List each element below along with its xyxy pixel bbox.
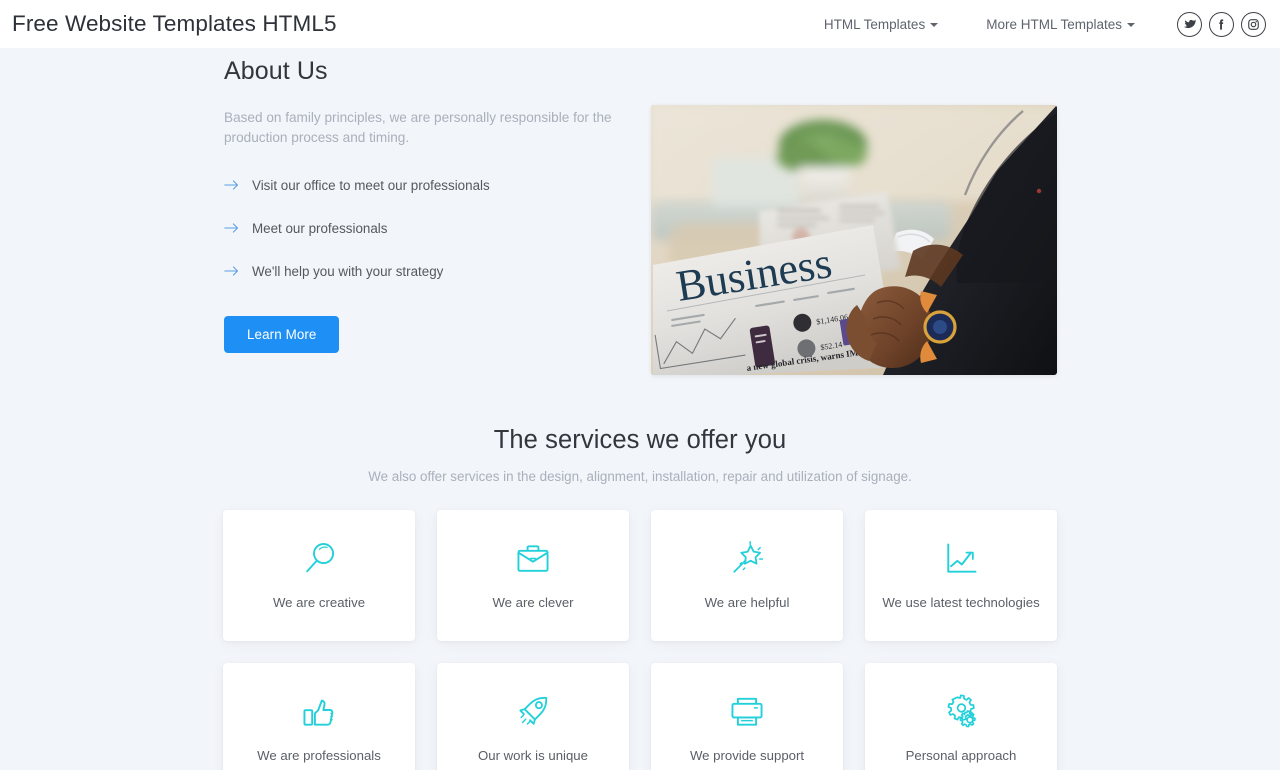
printer-icon [724,689,770,735]
nav-item-label: HTML Templates [823,16,926,32]
arrow-right-icon [224,221,239,235]
about-hero-image: Business $1,146.06 $52.14 a new global c… [651,105,1057,375]
brand-title[interactable]: Free Website Templates HTML5 [12,11,337,37]
gears-icon [938,689,984,735]
service-card-we-are-creative[interactable]: We are creative [223,510,415,641]
list-item[interactable]: We'll help you with your strategy [224,256,654,286]
service-card-label: Our work is unique [478,748,588,763]
service-card-label: We are creative [272,595,366,610]
thumbs-up-icon [296,689,342,735]
briefcase-icon [510,536,556,582]
service-card-our-work-is-unique[interactable]: Our work is unique [437,663,629,770]
chevron-down-icon [930,23,939,27]
service-card-label: We are clever [492,595,574,610]
primary-nav: HTML Templates More HTML Templates [800,17,1159,32]
magic-wand-icon [724,536,770,582]
service-card-label: Personal approach [905,748,1017,763]
services-subtitle: We also offer services in the design, al… [368,469,912,484]
rocket-icon [510,689,556,735]
chevron-down-icon [1127,23,1135,27]
instagram-icon [1247,18,1260,31]
about-text-column: About Us Based on family principles, we … [224,48,654,378]
list-item[interactable]: Meet our professionals [224,213,654,243]
service-card-label: We are professionals [257,748,381,763]
about-title: About Us [224,57,328,85]
services-title: The services we offer you [493,426,787,454]
service-card-we-use-latest-technologies[interactable]: We use latest technologies [865,510,1057,641]
services-section: The services we offer you We also offer … [0,378,1280,770]
magnifier-icon [296,536,342,582]
facebook-icon [1215,18,1228,31]
twitter-icon [1183,18,1196,31]
list-item-label: Visit our office to meet our professiona… [252,177,490,193]
list-item-label: We'll help you with your strategy [252,263,444,279]
nav-item-html-templates[interactable]: HTML Templates [800,17,962,32]
twitter-link[interactable] [1177,11,1202,37]
site-header: Free Website Templates HTML5 HTML Templa… [0,0,1280,48]
service-card-personal-approach[interactable]: Personal approach [865,663,1057,770]
service-card-label: We are helpful [704,595,790,610]
about-section: About Us Based on family principles, we … [0,48,1280,378]
facebook-link[interactable] [1209,11,1234,37]
social-links [1177,11,1266,37]
services-card-grid: We are creative We are clever We are hel… [223,510,1057,770]
service-card-we-are-professionals[interactable]: We are professionals [223,663,415,770]
list-item-label: Meet our professionals [252,220,388,236]
about-description: Based on family principles, we are perso… [224,110,612,145]
service-card-we-are-clever[interactable]: We are clever [437,510,629,641]
service-card-label: We use latest technologies [882,595,1040,610]
about-bullet-list: Visit our office to meet our professiona… [224,170,654,286]
learn-more-button[interactable]: Learn More [224,316,340,353]
instagram-link[interactable] [1241,11,1266,37]
arrow-right-icon [224,178,239,192]
service-card-we-provide-support[interactable]: We provide support [651,663,843,770]
line-chart-icon [938,536,984,582]
arrow-right-icon [224,264,239,278]
service-card-label: We provide support [689,748,805,763]
list-item[interactable]: Visit our office to meet our professiona… [224,170,654,200]
nav-item-label: More HTML Templates [986,16,1122,32]
service-card-we-are-helpful[interactable]: We are helpful [651,510,843,641]
nav-item-more-html-templates[interactable]: More HTML Templates [962,17,1159,32]
